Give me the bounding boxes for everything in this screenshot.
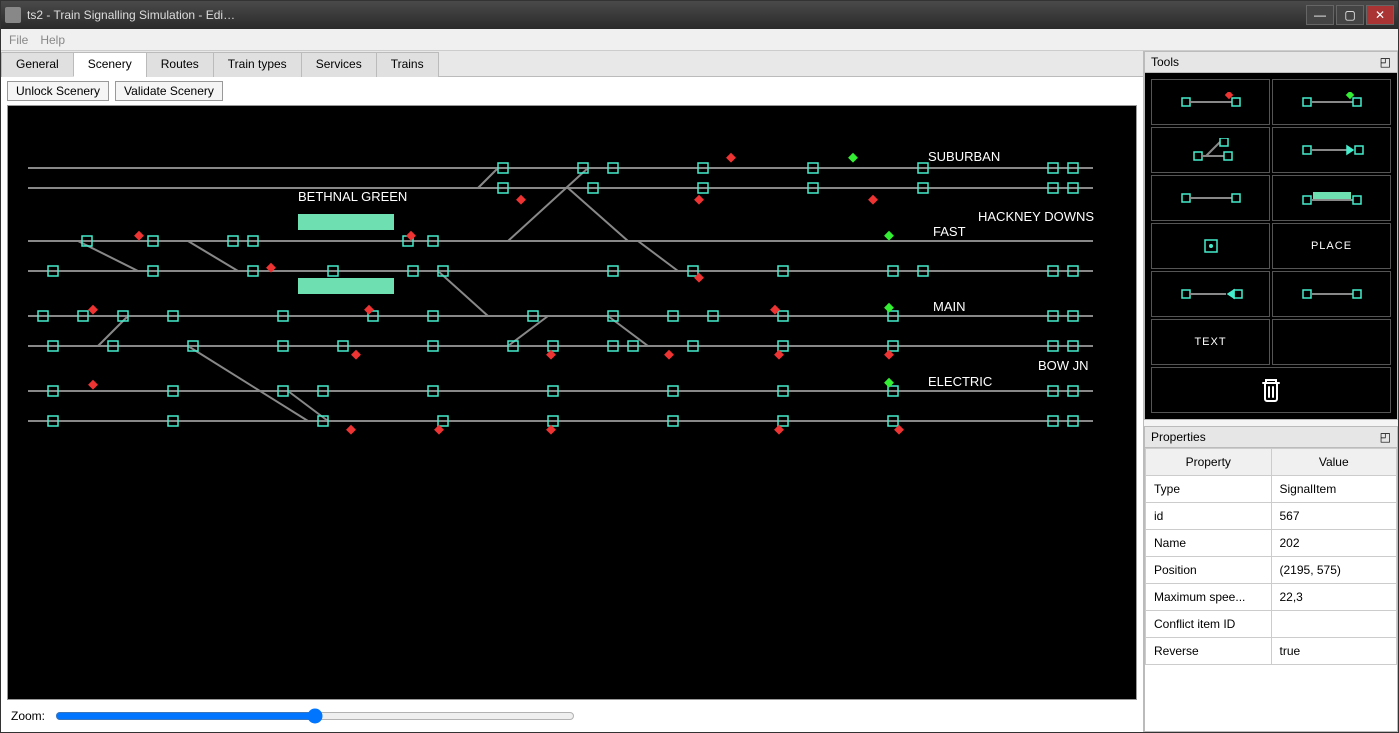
property-name: Name	[1146, 530, 1272, 557]
tool-empty[interactable]	[1272, 319, 1391, 365]
properties-table: Property Value TypeSignalItemid567Name20…	[1145, 448, 1397, 665]
right-pane: Tools ◰	[1144, 51, 1398, 732]
property-row[interactable]: Conflict item ID	[1146, 611, 1397, 638]
platform-1[interactable]	[298, 214, 394, 230]
properties-panel: Property Value TypeSignalItemid567Name20…	[1144, 448, 1398, 732]
properties-undock-icon[interactable]: ◰	[1380, 430, 1391, 444]
property-name: Reverse	[1146, 638, 1272, 665]
window-buttons: — ▢ ✕	[1306, 5, 1394, 25]
tools-title: Tools	[1151, 55, 1179, 69]
track-nodes	[38, 163, 1078, 426]
platform-2[interactable]	[298, 278, 394, 294]
tool-text[interactable]: TEXT	[1151, 319, 1270, 365]
property-value[interactable]: SignalItem	[1271, 476, 1397, 503]
signals	[88, 153, 904, 435]
track-diagram[interactable]: BETHNAL GREEN SUBURBAN HACKNEY DOWNS FAS…	[8, 106, 1136, 699]
tool-signal-green[interactable]	[1272, 79, 1391, 125]
property-value[interactable]: 22,3	[1271, 584, 1397, 611]
property-name: Type	[1146, 476, 1272, 503]
property-name: Conflict item ID	[1146, 611, 1272, 638]
label-hackney-downs: HACKNEY DOWNS	[978, 209, 1094, 224]
app-window: ts2 - Train Signalling Simulation - Edi……	[0, 0, 1399, 733]
tool-delete[interactable]	[1151, 367, 1391, 413]
tool-points[interactable]	[1151, 127, 1270, 173]
tab-trains[interactable]: Trains	[376, 52, 439, 77]
prop-header-property[interactable]: Property	[1146, 449, 1272, 476]
tool-invisible-link-left[interactable]	[1151, 271, 1270, 317]
tab-bar: General Scenery Routes Train types Servi…	[1, 51, 1143, 77]
property-row[interactable]: Reversetrue	[1146, 638, 1397, 665]
menubar: File Help	[1, 29, 1398, 51]
tool-platform[interactable]	[1272, 175, 1391, 221]
property-value[interactable]: (2195, 575)	[1271, 557, 1397, 584]
property-name: id	[1146, 503, 1272, 530]
tools-panel-header: Tools ◰	[1144, 51, 1398, 73]
label-bow-jn: BOW JN	[1038, 358, 1089, 373]
menu-file[interactable]: File	[9, 33, 28, 47]
tab-scenery[interactable]: Scenery	[73, 52, 147, 77]
property-name: Position	[1146, 557, 1272, 584]
scenery-canvas-scroll[interactable]: BETHNAL GREEN SUBURBAN HACKNEY DOWNS FAS…	[8, 106, 1136, 699]
menu-help[interactable]: Help	[40, 33, 65, 47]
prop-header-value[interactable]: Value	[1271, 449, 1397, 476]
close-button[interactable]: ✕	[1366, 5, 1394, 25]
tool-place[interactable]: PLACE	[1272, 223, 1391, 269]
zoom-row: Zoom:	[1, 700, 1143, 732]
tool-track[interactable]	[1151, 175, 1270, 221]
tool-signal-red[interactable]	[1151, 79, 1270, 125]
property-value[interactable]	[1271, 611, 1397, 638]
tool-invisible-link-right[interactable]	[1272, 271, 1391, 317]
unlock-scenery-button[interactable]: Unlock Scenery	[7, 81, 109, 101]
tab-general[interactable]: General	[1, 52, 74, 77]
scenery-toolbar: Unlock Scenery Validate Scenery	[1, 77, 1143, 105]
property-row[interactable]: Name202	[1146, 530, 1397, 557]
label-main: MAIN	[933, 299, 966, 314]
trash-icon	[1258, 376, 1284, 404]
property-value[interactable]: true	[1271, 638, 1397, 665]
tab-train-types[interactable]: Train types	[213, 52, 302, 77]
property-value[interactable]: 202	[1271, 530, 1397, 557]
scenery-canvas-wrapper: BETHNAL GREEN SUBURBAN HACKNEY DOWNS FAS…	[7, 105, 1137, 700]
tools-undock-icon[interactable]: ◰	[1380, 55, 1391, 69]
label-bethnal-green: BETHNAL GREEN	[298, 189, 407, 204]
minimize-button[interactable]: —	[1306, 5, 1334, 25]
tab-services[interactable]: Services	[301, 52, 377, 77]
tool-end[interactable]	[1272, 127, 1391, 173]
content-area: General Scenery Routes Train types Servi…	[1, 51, 1398, 732]
properties-panel-header: Properties ◰	[1144, 426, 1398, 448]
property-value[interactable]: 567	[1271, 503, 1397, 530]
tools-panel: PLACE TEXT	[1144, 73, 1398, 420]
window-title: ts2 - Train Signalling Simulation - Edi…	[27, 8, 1306, 22]
tool-selector[interactable]	[1151, 223, 1270, 269]
property-row[interactable]: Position(2195, 575)	[1146, 557, 1397, 584]
app-icon	[5, 7, 21, 23]
property-row[interactable]: Maximum spee...22,3	[1146, 584, 1397, 611]
property-row[interactable]: id567	[1146, 503, 1397, 530]
properties-title: Properties	[1151, 430, 1206, 444]
titlebar: ts2 - Train Signalling Simulation - Edi……	[1, 1, 1398, 29]
label-suburban: SUBURBAN	[928, 149, 1000, 164]
zoom-label: Zoom:	[11, 709, 45, 723]
maximize-button[interactable]: ▢	[1336, 5, 1364, 25]
left-pane: General Scenery Routes Train types Servi…	[1, 51, 1144, 732]
property-name: Maximum spee...	[1146, 584, 1272, 611]
label-fast: FAST	[933, 224, 966, 239]
zoom-slider[interactable]	[55, 708, 575, 724]
validate-scenery-button[interactable]: Validate Scenery	[115, 81, 223, 101]
label-electric: ELECTRIC	[928, 374, 992, 389]
property-row[interactable]: TypeSignalItem	[1146, 476, 1397, 503]
tab-routes[interactable]: Routes	[146, 52, 214, 77]
